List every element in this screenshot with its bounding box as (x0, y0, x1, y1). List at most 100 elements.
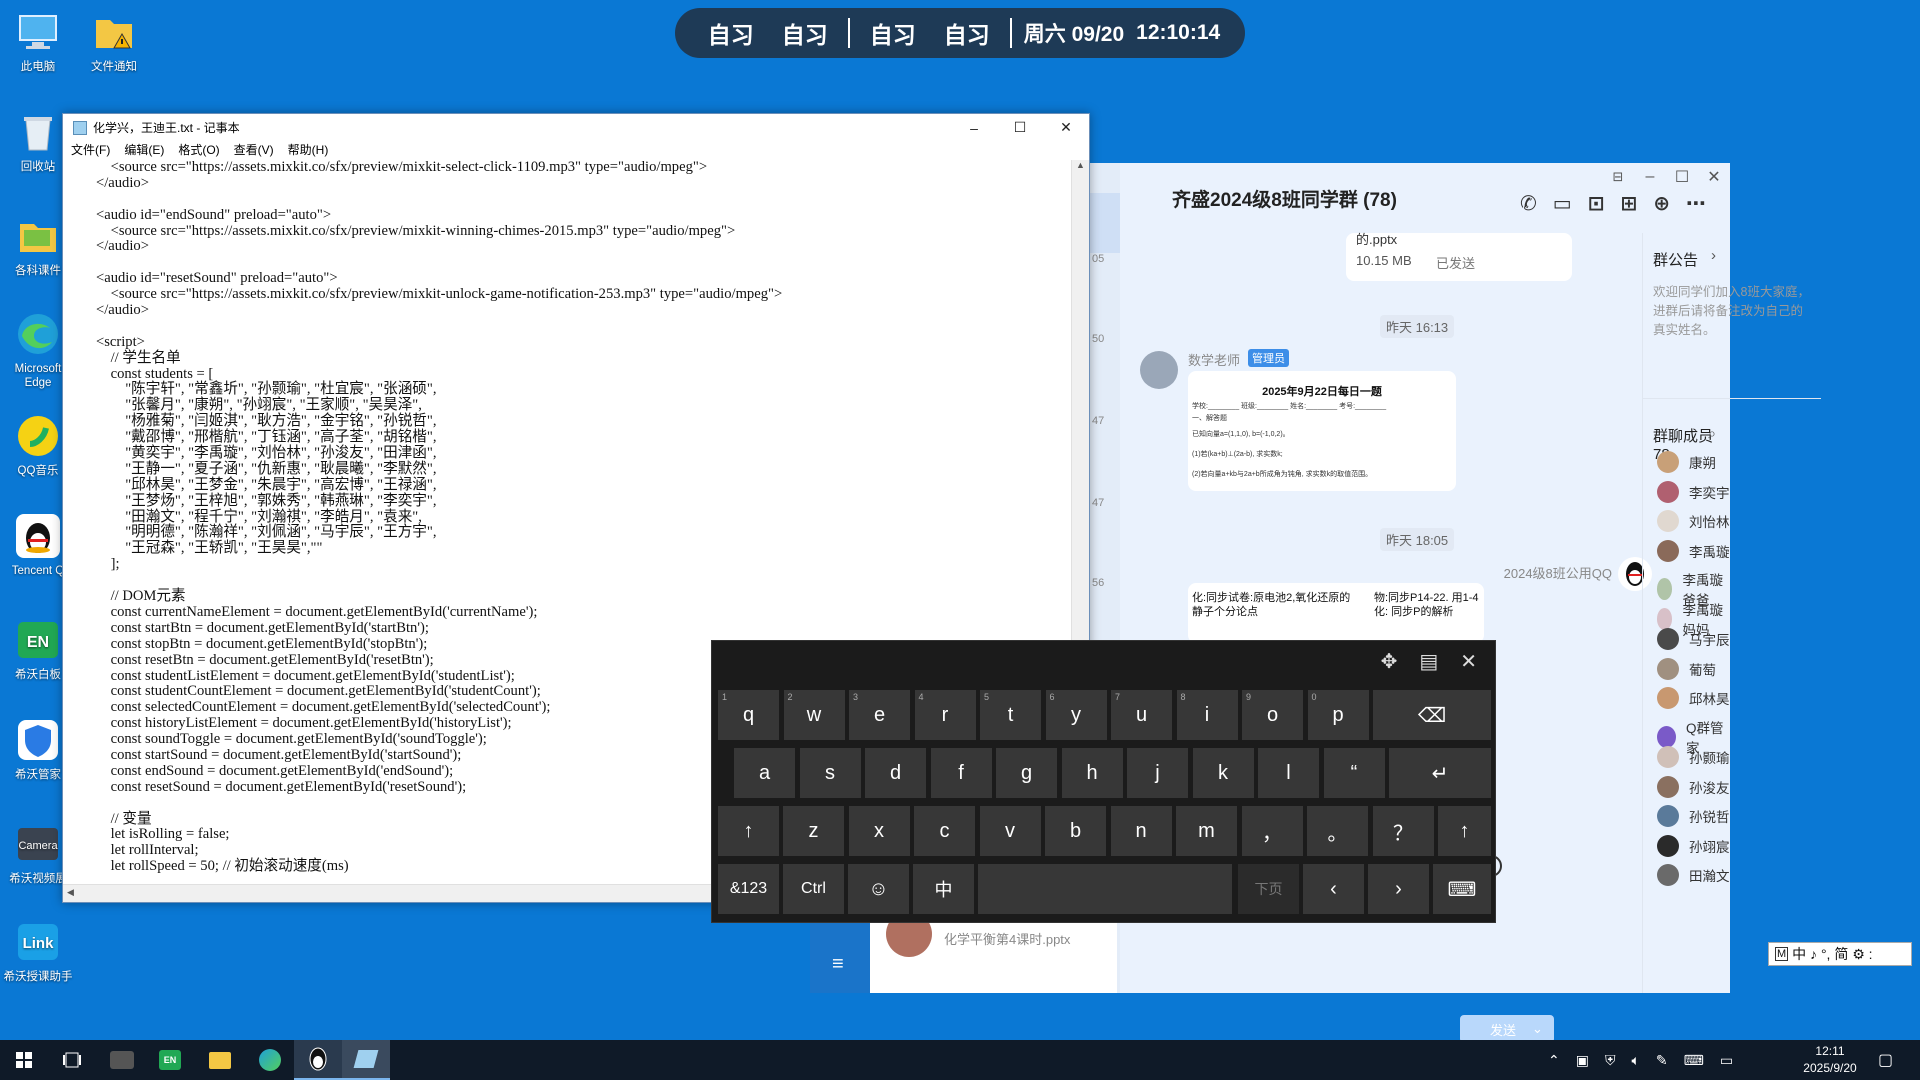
notepad-app-icon[interactable] (342, 1040, 390, 1080)
keyboard-icon[interactable]: ⌨ (1684, 1052, 1704, 1069)
key[interactable]: g (996, 748, 1057, 798)
video-icon[interactable]: ▭ (1553, 191, 1572, 216)
member-item[interactable]: 孙锐哲 (1657, 805, 1730, 827)
key[interactable]: k (1192, 748, 1254, 798)
key[interactable]: l (1258, 748, 1319, 798)
keyboard-layout-key[interactable]: ⌨ (1433, 864, 1491, 914)
move-icon[interactable]: ✥ (1381, 649, 1398, 674)
symbols-key[interactable]: &123 (718, 864, 779, 914)
edge-app-icon[interactable] (246, 1040, 294, 1080)
member-item[interactable]: 李禹璇 (1657, 539, 1730, 562)
member-item[interactable]: 孙浚友 (1657, 775, 1730, 798)
enter-key[interactable]: ↵ (1389, 748, 1491, 798)
key[interactable]: a (734, 748, 795, 798)
selected-conversation[interactable] (1090, 193, 1120, 253)
member-item[interactable]: 葡萄 (1657, 657, 1716, 680)
desktop-icon-computer[interactable]: 此电脑 (0, 8, 76, 74)
windows-start-icon[interactable] (0, 1040, 48, 1080)
ime-toolbar[interactable]: M 中 ♪ °, 简 ⚙ : (1768, 942, 1912, 966)
key-y[interactable]: 6y (1045, 690, 1107, 740)
key[interactable]: c (914, 806, 975, 856)
maximize-button[interactable]: ☐ (997, 114, 1043, 141)
key-e[interactable]: 3e (849, 690, 910, 740)
key[interactable]: “ (1323, 748, 1385, 798)
display-icon[interactable]: ▭ (1720, 1052, 1733, 1069)
menu-view[interactable]: 查看(V) (234, 141, 274, 160)
space-key[interactable] (978, 864, 1232, 914)
key[interactable]: 。 (1307, 806, 1368, 856)
clock[interactable]: 12:11 2025/9/20 (1800, 1043, 1860, 1077)
add-icon[interactable]: ⊕ (1653, 191, 1670, 216)
scroll-left-icon[interactable]: ◀ (67, 887, 74, 898)
key[interactable]: n (1110, 806, 1172, 856)
image-message[interactable]: 化:同步试卷:原电池2,氧化还原的 静子个分论点 物:同步P14-22. 用1-… (1188, 583, 1484, 643)
close-icon[interactable]: ✕ (1460, 649, 1477, 674)
file-explorer-icon[interactable] (196, 1040, 244, 1080)
key-o[interactable]: 9o (1242, 690, 1303, 740)
avatar[interactable] (1140, 351, 1178, 389)
key[interactable]: x (848, 806, 910, 856)
key[interactable]: v (979, 806, 1041, 856)
search-icon[interactable]: ⌕ (1708, 425, 1716, 442)
menu-format[interactable]: 格式(O) (178, 141, 219, 160)
chevron-down-icon[interactable]: ⌄ (1532, 1021, 1543, 1037)
minimize-button[interactable]: – (951, 114, 997, 141)
file-message[interactable]: 的.pptx 10.15 MB 已发送 (1346, 232, 1572, 281)
next-page-key[interactable]: 下页 (1238, 864, 1299, 914)
member-item[interactable]: 康朔 (1657, 451, 1716, 473)
key[interactable]: m (1176, 806, 1237, 856)
menu-help[interactable]: 帮助(H) (288, 141, 329, 160)
desktop-icon-link[interactable]: Link 希沃授课助手 (0, 918, 76, 984)
key[interactable]: h (1061, 748, 1123, 798)
desktop-icon-file-notice[interactable]: 文件通知 (76, 8, 152, 74)
member-item[interactable]: 邱林昊 (1657, 687, 1730, 709)
key-w[interactable]: 2w (783, 690, 845, 740)
image-message[interactable]: 2025年9月22日每日一题 学校:________ 班级:________ 姓… (1188, 371, 1456, 491)
backspace-key[interactable]: ⌫ (1373, 690, 1491, 740)
key-p[interactable]: 0p (1307, 690, 1369, 740)
close-button[interactable]: ✕ (1043, 114, 1089, 141)
screen-share-icon[interactable]: ⊡ (1588, 191, 1605, 216)
member-item[interactable]: 李奕宇 (1657, 480, 1730, 503)
chevron-right-icon[interactable]: › (1711, 247, 1716, 264)
pen-icon[interactable]: ✎ (1656, 1052, 1668, 1069)
ctrl-key[interactable]: Ctrl (783, 864, 844, 914)
shield-tray-icon[interactable]: ⛨ (1605, 1052, 1616, 1069)
key-t[interactable]: 5t (980, 690, 1041, 740)
member-item[interactable]: 马宇辰 (1657, 628, 1730, 650)
volume-icon[interactable]: 🔈︎ (1631, 1052, 1639, 1069)
key[interactable]: z (783, 806, 844, 856)
left-arrow-key[interactable]: ‹ (1303, 864, 1364, 914)
right-arrow-key[interactable]: › (1368, 864, 1429, 914)
shift-key[interactable]: ↑ (1438, 806, 1491, 856)
key[interactable]: s (799, 748, 861, 798)
emoji-key[interactable]: ☺ (848, 864, 909, 914)
language-key[interactable]: 中 (913, 864, 974, 914)
dock-icon[interactable]: ▤ (1419, 649, 1438, 674)
member-item[interactable]: 孙翊宸 (1657, 834, 1730, 857)
notification-icon[interactable]: ▢ (1878, 1050, 1893, 1070)
member-item[interactable]: 田瀚文 (1657, 864, 1730, 886)
key-i[interactable]: 8i (1176, 690, 1238, 740)
shift-key[interactable]: ↑ (718, 806, 779, 856)
key[interactable]: d (865, 748, 926, 798)
key[interactable]: j (1127, 748, 1188, 798)
key[interactable]: ？ (1372, 806, 1434, 856)
task-view-icon[interactable] (48, 1040, 96, 1080)
send-button[interactable]: 发送 ⌄ (1460, 1015, 1554, 1043)
menu-edit[interactable]: 编辑(E) (124, 141, 164, 160)
key[interactable]: b (1045, 806, 1106, 856)
key[interactable]: ， (1241, 806, 1303, 856)
menu-file[interactable]: 文件(F) (71, 141, 110, 160)
network-icon[interactable]: ▣ (1576, 1052, 1589, 1069)
key-q[interactable]: 1q (718, 690, 779, 740)
key[interactable]: f (930, 748, 992, 798)
more-icon[interactable]: ⋯ (1686, 191, 1706, 216)
menu-icon[interactable]: ≡ (832, 953, 844, 976)
chevron-up-icon[interactable]: ⌃ (1548, 1052, 1560, 1069)
whiteboard-app-icon[interactable]: EN (146, 1040, 194, 1080)
key-r[interactable]: 4r (914, 690, 976, 740)
phone-icon[interactable]: ✆ (1520, 191, 1537, 216)
qq-app-icon[interactable] (294, 1040, 342, 1080)
member-item[interactable]: 刘怡林 (1657, 510, 1730, 532)
